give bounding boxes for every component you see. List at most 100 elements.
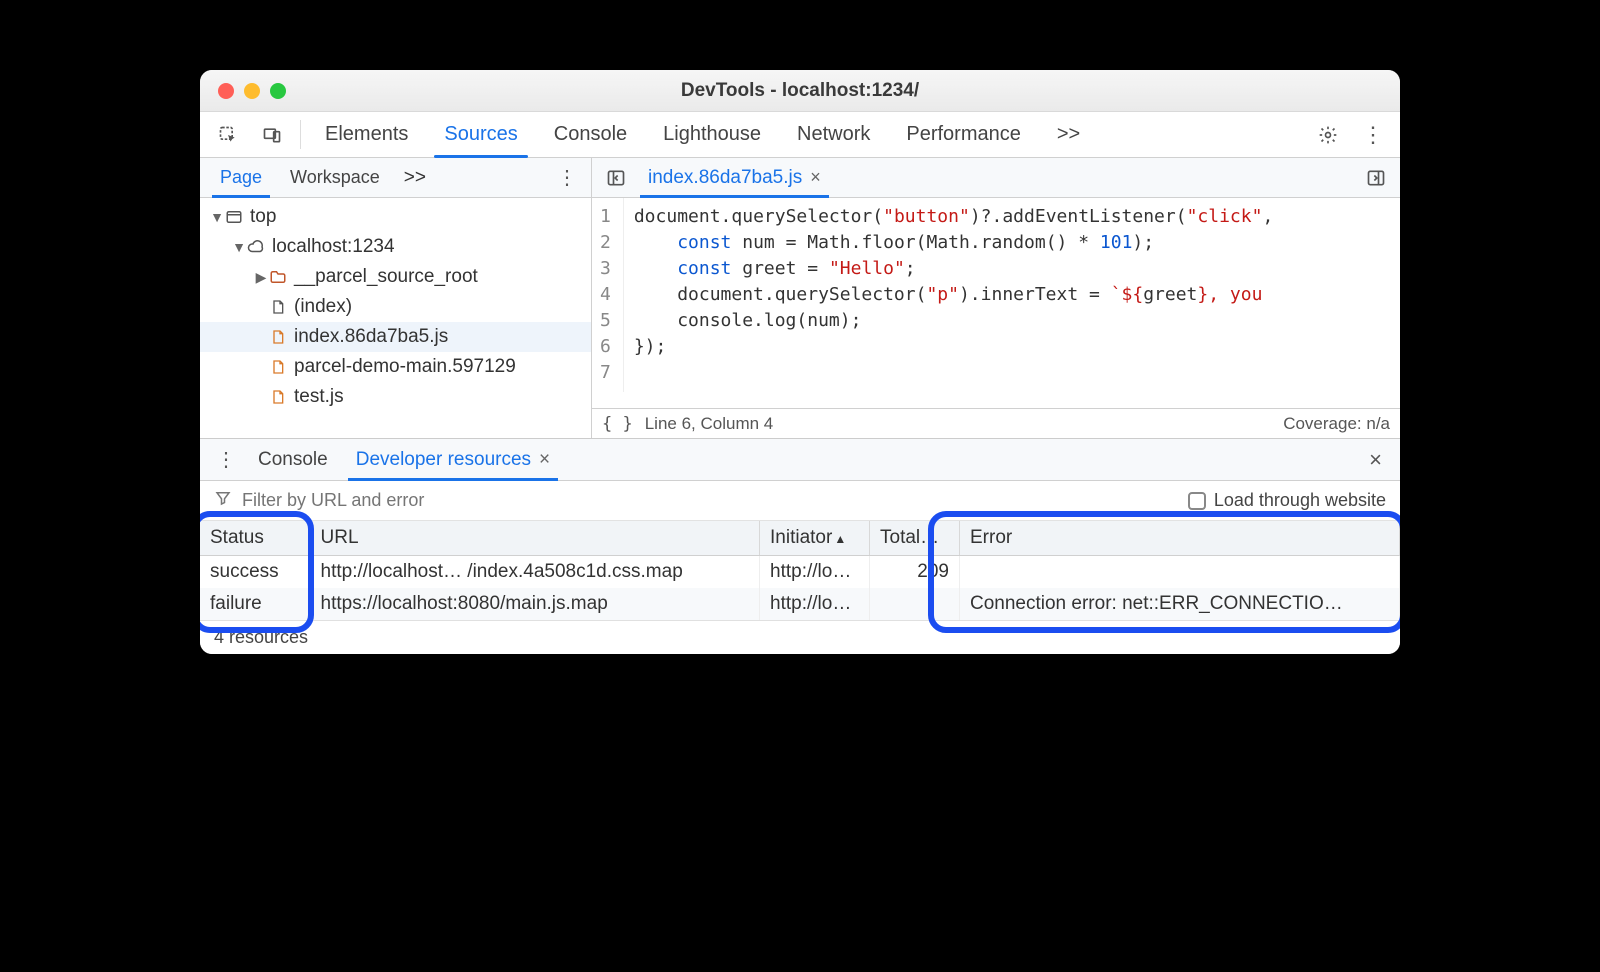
tree-row[interactable]: index.86da7ba5.js [200,322,591,352]
cell-url: https://localhost:8080/main.js.map [310,588,760,620]
file-tree[interactable]: ▼top▼localhost:1234▶__parcel_source_root… [200,198,591,438]
format-code-icon[interactable]: { } [602,414,633,434]
filter-icon [214,489,232,513]
main-tab-console[interactable]: Console [536,112,645,157]
tabbar-divider [300,120,301,149]
code-content[interactable]: document.querySelector("button")?.addEve… [624,198,1400,392]
cell-total [870,588,960,620]
tree-label: test.js [294,386,344,408]
load-through-website-label: Load through website [1214,490,1386,511]
navigator-subtabs: PageWorkspace >> ⋮ [200,158,591,198]
editor-pane: index.86da7ba5.js × 1234567 document.que… [592,158,1400,438]
editor-statusbar: { } Line 6, Column 4 Coverage: n/a [592,408,1400,438]
jsfile-icon [268,388,288,406]
editor-filetabs: index.86da7ba5.js × [592,158,1400,198]
inspect-element-icon[interactable] [206,112,250,157]
cell-initiator: http://lo… [760,556,870,589]
tree-expand-icon[interactable]: ▶ [254,269,268,286]
main-tab-elements[interactable]: Elements [307,112,426,157]
toggle-debugger-icon[interactable] [1356,158,1396,197]
tree-label: __parcel_source_root [294,266,478,288]
coverage-status: Coverage: n/a [1283,414,1390,434]
main-tabs-overflow[interactable]: >> [1039,112,1098,157]
main-tab-sources[interactable]: Sources [426,112,535,157]
cursor-position: Line 6, Column 4 [645,414,774,434]
tree-row[interactable]: test.js [200,382,591,412]
devtools-window: DevTools - localhost:1234/ ElementsSourc… [200,70,1400,654]
devres-footer: 4 resources [200,620,1400,654]
cloud-icon [246,238,266,256]
jsfile-icon [268,358,288,376]
file-icon [268,298,288,316]
folder-icon [268,268,288,286]
main-tabbar: ElementsSourcesConsoleLighthouseNetworkP… [200,112,1400,158]
device-toolbar-icon[interactable] [250,112,294,157]
col-initiator-label: Initiator [770,527,832,548]
main-tab-network[interactable]: Network [779,112,888,157]
window-title: DevTools - localhost:1234/ [200,80,1400,102]
drawer-tabs: ⋮ Console Developer resources × × [200,439,1400,481]
table-row[interactable]: failurehttps://localhost:8080/main.js.ma… [200,588,1400,620]
file-tab-active[interactable]: index.86da7ba5.js × [636,158,833,197]
table-header-row: Status URL Initiator▲ Total… Error [200,521,1400,556]
tree-label: parcel-demo-main.597129 [294,356,516,378]
tree-label: top [250,206,276,228]
col-error[interactable]: Error [960,521,1400,556]
tree-expand-icon[interactable]: ▼ [232,239,246,255]
drawer: ⋮ Console Developer resources × × Load thr… [200,438,1400,654]
cell-url: http://localhost… /index.4a508c1d.css.ma… [310,556,760,589]
col-url[interactable]: URL [310,521,760,556]
file-tab-close-icon[interactable]: × [810,167,821,188]
devres-table-wrap: Status URL Initiator▲ Total… Error succe… [200,521,1400,620]
tree-label: index.86da7ba5.js [294,326,448,348]
drawer-close-icon[interactable]: × [1357,439,1394,480]
load-through-website-checkbox[interactable]: Load through website [1188,490,1386,511]
navigator-tab-workspace[interactable]: Workspace [276,158,394,197]
col-total[interactable]: Total… [870,521,960,556]
cell-error: Connection error: net::ERR_CONNECTIO… [960,588,1400,620]
tree-row[interactable]: (index) [200,292,591,322]
sources-body: PageWorkspace >> ⋮ ▼top▼localhost:1234▶_… [200,158,1400,438]
tree-row[interactable]: ▼ localhost:1234 [200,232,591,262]
navigator-overflow[interactable]: >> [394,158,436,197]
jsfile-icon [268,328,288,346]
resource-count: 4 resources [214,627,308,648]
cell-total: 209 [870,556,960,589]
col-status[interactable]: Status [200,521,310,556]
settings-gear-icon[interactable] [1306,112,1350,157]
cell-status: failure [200,588,310,620]
main-tab-performance[interactable]: Performance [888,112,1039,157]
window-titlebar: DevTools - localhost:1234/ [200,70,1400,112]
table-row[interactable]: successhttp://localhost… /index.4a508c1d… [200,556,1400,589]
navigator-pane: PageWorkspace >> ⋮ ▼top▼localhost:1234▶_… [200,158,592,438]
drawer-tab-label: Console [258,449,328,471]
navigator-tab-page[interactable]: Page [206,158,276,197]
filter-input[interactable] [242,490,1178,511]
line-gutter: 1234567 [592,198,624,392]
cell-error [960,556,1400,589]
tree-expand-icon[interactable]: ▼ [210,209,224,225]
cell-initiator: http://lo… [760,588,870,620]
tree-row[interactable]: ▼ top [200,202,591,232]
toggle-navigator-icon[interactable] [596,158,636,197]
main-tab-lighthouse[interactable]: Lighthouse [645,112,779,157]
navigator-menu-icon[interactable]: ⋮ [547,158,585,197]
tree-label: (index) [294,296,352,318]
cell-status: success [200,556,310,589]
drawer-tab-console[interactable]: Console [244,439,342,480]
drawer-menu-icon[interactable]: ⋮ [206,439,244,480]
devres-table: Status URL Initiator▲ Total… Error succe… [200,521,1400,620]
drawer-tab-close-icon[interactable]: × [539,449,550,471]
drawer-tab-label: Developer resources [356,449,531,471]
sort-asc-icon: ▲ [834,532,846,546]
file-tab-label: index.86da7ba5.js [648,167,802,189]
checkbox-icon [1188,492,1206,510]
code-editor[interactable]: 1234567 document.querySelector("button")… [592,198,1400,408]
tree-label: localhost:1234 [272,236,395,258]
kebab-menu-icon[interactable]: ⋮ [1350,112,1394,157]
tree-row[interactable]: parcel-demo-main.597129 [200,352,591,382]
window-icon [224,208,244,226]
col-initiator[interactable]: Initiator▲ [760,521,870,556]
drawer-tab-developer-resources[interactable]: Developer resources × [342,439,564,480]
tree-row[interactable]: ▶ __parcel_source_root [200,262,591,292]
